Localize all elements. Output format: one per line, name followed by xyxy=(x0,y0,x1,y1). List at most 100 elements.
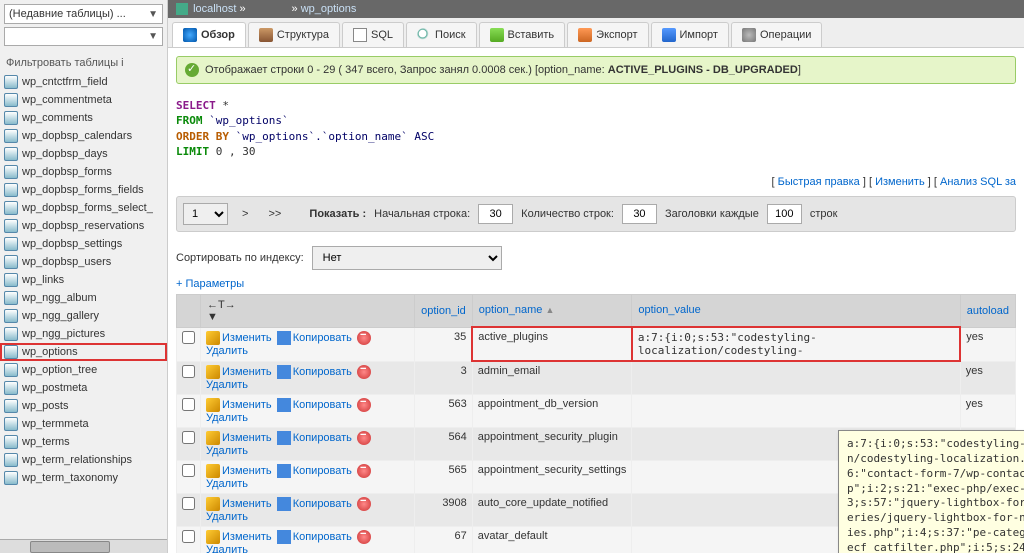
breadcrumb-host[interactable]: localhost xyxy=(193,3,236,15)
edit-row-link[interactable]: Изменить xyxy=(222,366,272,378)
cell-option-id: 3 xyxy=(415,361,473,394)
actions-header: ←T→ ▼ xyxy=(201,294,415,327)
content-area: Отображает строки 0 - 29 ( 347 всего, За… xyxy=(168,48,1024,553)
sidebar-table-item[interactable]: wp_dopbsp_days xyxy=(0,145,167,163)
tab-import[interactable]: Импорт xyxy=(651,22,729,47)
copy-row-link[interactable]: Копировать xyxy=(293,531,352,543)
copy-icon xyxy=(277,398,291,412)
breadcrumb-table[interactable]: wp_options xyxy=(301,3,357,15)
copy-row-link[interactable]: Копировать xyxy=(293,366,352,378)
col-autoload[interactable]: autoload xyxy=(960,294,1015,327)
row-checkbox[interactable] xyxy=(182,464,195,477)
row-count-input[interactable] xyxy=(622,204,657,224)
edit-row-link[interactable]: Изменить xyxy=(222,432,272,444)
copy-row-link[interactable]: Копировать xyxy=(293,399,352,411)
col-option-name[interactable]: option_name ▲ xyxy=(472,294,632,327)
sidebar-table-item[interactable]: wp_dopbsp_users xyxy=(0,253,167,271)
edit-row-link[interactable]: Изменить xyxy=(222,465,272,477)
edit-row-link[interactable]: Изменить xyxy=(222,399,272,411)
headers-every-label: Заголовки каждые xyxy=(665,208,759,220)
sidebar-table-item[interactable]: wp_commentmeta xyxy=(0,91,167,109)
tab-sql[interactable]: SQL xyxy=(342,22,404,47)
sidebar-table-item[interactable]: wp_termmeta xyxy=(0,415,167,433)
sidebar-table-item[interactable]: wp_ngg_gallery xyxy=(0,307,167,325)
cell-option-id: 67 xyxy=(415,526,473,553)
sidebar-table-item[interactable]: wp_term_taxonomy xyxy=(0,469,167,487)
delete-row-link[interactable]: Удалить xyxy=(206,379,248,391)
row-checkbox[interactable] xyxy=(182,331,195,344)
col-option-value[interactable]: option_value xyxy=(632,294,960,327)
sidebar-table-item[interactable]: wp_terms xyxy=(0,433,167,451)
copy-row-link[interactable]: Копировать xyxy=(293,465,352,477)
delete-row-link[interactable]: Удалить xyxy=(206,478,248,490)
tab-search[interactable]: Поиск xyxy=(406,22,476,47)
copy-row-link[interactable]: Копировать xyxy=(293,332,352,344)
sidebar-table-item[interactable]: wp_cntctfrm_field xyxy=(0,73,167,91)
cell-option-name: active_plugins xyxy=(472,327,632,361)
cell-option-name: auto_core_update_notified xyxy=(472,493,632,526)
tab-operations[interactable]: Операции xyxy=(731,22,822,47)
sidebar-table-item[interactable]: wp_dopbsp_settings xyxy=(0,235,167,253)
rows-suffix-label: строк xyxy=(810,208,838,220)
row-checkbox[interactable] xyxy=(182,398,195,411)
delete-row-link[interactable]: Удалить xyxy=(206,412,248,424)
sidebar-table-item[interactable]: wp_dopbsp_forms xyxy=(0,163,167,181)
sidebar-table-item[interactable]: wp_option_tree xyxy=(0,361,167,379)
cell-autoload: yes xyxy=(960,327,1015,361)
tab-browse[interactable]: Обзор xyxy=(172,22,246,47)
copy-icon xyxy=(277,365,291,379)
sidebar-table-item[interactable]: wp_ngg_pictures xyxy=(0,325,167,343)
sidebar-table-item[interactable]: wp_dopbsp_forms_fields xyxy=(0,181,167,199)
cell-option-id: 3908 xyxy=(415,493,473,526)
database-dropdown[interactable]: ▼ xyxy=(4,27,163,46)
sidebar-table-item[interactable]: wp_term_relationships xyxy=(0,451,167,469)
analyze-sql-link[interactable]: Анализ SQL за xyxy=(940,176,1016,188)
quick-edit-link[interactable]: Быстрая правка xyxy=(778,176,860,188)
last-page-button[interactable]: >> xyxy=(262,206,287,222)
table-icon xyxy=(4,147,18,161)
sidebar-table-item[interactable]: wp_ngg_album xyxy=(0,289,167,307)
row-checkbox[interactable] xyxy=(182,431,195,444)
delete-row-link[interactable]: Удалить xyxy=(206,544,248,553)
recent-tables-dropdown[interactable]: (Недавние таблицы) ... ▼ xyxy=(4,4,163,24)
sidebar-table-item[interactable]: wp_options xyxy=(0,343,167,361)
sidebar-table-item[interactable]: wp_links xyxy=(0,271,167,289)
edit-row-link[interactable]: Изменить xyxy=(222,531,272,543)
copy-row-link[interactable]: Копировать xyxy=(293,498,352,510)
page-select[interactable]: 1 xyxy=(183,203,228,225)
row-checkbox[interactable] xyxy=(182,365,195,378)
table-icon xyxy=(4,237,18,251)
copy-row-link[interactable]: Копировать xyxy=(293,432,352,444)
edit-query-link[interactable]: Изменить xyxy=(875,176,925,188)
sidebar-scrollbar[interactable] xyxy=(0,539,167,553)
next-page-button[interactable]: > xyxy=(236,206,254,222)
tab-structure[interactable]: Структура xyxy=(248,22,340,47)
edit-row-link[interactable]: Изменить xyxy=(222,498,272,510)
edit-row-link[interactable]: Изменить xyxy=(222,332,272,344)
delete-row-link[interactable]: Удалить xyxy=(206,445,248,457)
tab-insert[interactable]: Вставить xyxy=(479,22,566,47)
tab-export[interactable]: Экспорт xyxy=(567,22,648,47)
table-icon xyxy=(4,93,18,107)
params-toggle[interactable]: + Параметры xyxy=(176,278,1016,290)
sidebar-table-item[interactable]: wp_dopbsp_calendars xyxy=(0,127,167,145)
col-option-id[interactable]: option_id xyxy=(415,294,473,327)
delete-row-link[interactable]: Удалить xyxy=(206,345,248,357)
headers-every-input[interactable] xyxy=(767,204,802,224)
table-row: Изменить Копировать Удалить35active_plug… xyxy=(177,327,1016,361)
pagination-bar: 1 > >> Показать : Начальная строка: Коли… xyxy=(176,196,1016,232)
row-checkbox[interactable] xyxy=(182,530,195,543)
sidebar-table-item[interactable]: wp_posts xyxy=(0,397,167,415)
delete-icon xyxy=(357,464,371,478)
sort-index-select[interactable]: Нет xyxy=(312,246,502,270)
recent-tables-label: (Недавние таблицы) ... xyxy=(9,8,126,20)
row-checkbox[interactable] xyxy=(182,497,195,510)
sidebar-table-item[interactable]: wp_comments xyxy=(0,109,167,127)
sidebar-table-item[interactable]: wp_dopbsp_forms_select_ xyxy=(0,199,167,217)
delete-icon xyxy=(357,398,371,412)
start-row-input[interactable] xyxy=(478,204,513,224)
sidebar-table-item[interactable]: wp_postmeta xyxy=(0,379,167,397)
delete-row-link[interactable]: Удалить xyxy=(206,511,248,523)
sidebar-table-item[interactable]: wp_dopbsp_reservations xyxy=(0,217,167,235)
edit-icon xyxy=(206,464,220,478)
